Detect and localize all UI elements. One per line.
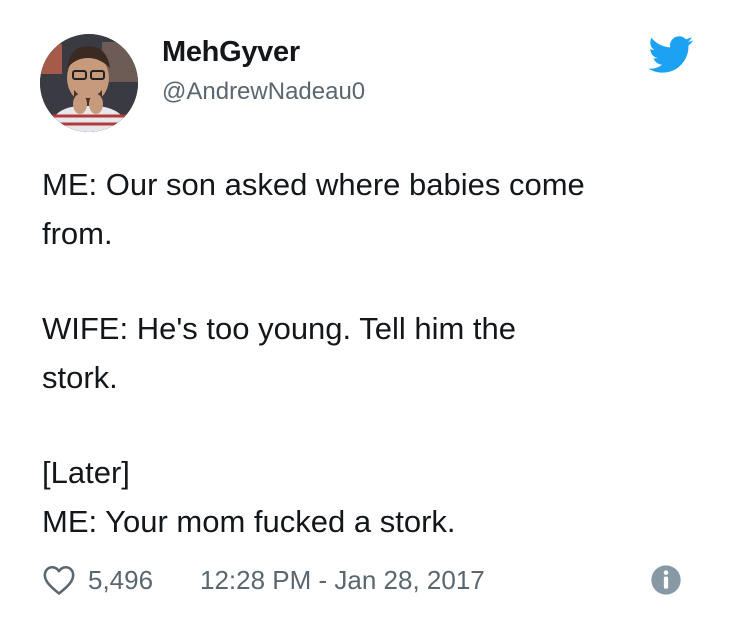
info-icon[interactable] bbox=[650, 564, 682, 596]
like-count[interactable]: 5,496 bbox=[88, 565, 153, 596]
tweet-footer: 5,496 12:28 PM - Jan 28, 2017 bbox=[42, 561, 702, 601]
twitter-bird-icon[interactable] bbox=[648, 36, 694, 74]
tweet-text-line: stork. bbox=[42, 360, 118, 395]
tweet-text-line: ME: Our son asked where babies come bbox=[42, 167, 585, 202]
tweet-text-line: [Later] bbox=[42, 455, 130, 490]
tweet-timestamp[interactable]: 12:28 PM - Jan 28, 2017 bbox=[200, 565, 485, 596]
tweet-text-line: ME: Your mom fucked a stork. bbox=[42, 504, 456, 539]
tweet-text-line: from. bbox=[42, 216, 113, 251]
heart-icon[interactable] bbox=[42, 564, 76, 596]
author-display-name[interactable]: MehGyver bbox=[162, 36, 300, 69]
tweet-card: MehGyver @AndrewNadeau0 ME: Our son aske… bbox=[0, 0, 735, 627]
tweet-text-line: WIFE: He's too young. Tell him the bbox=[42, 311, 516, 346]
author-handle[interactable]: @AndrewNadeau0 bbox=[162, 78, 365, 106]
avatar[interactable] bbox=[40, 34, 138, 132]
